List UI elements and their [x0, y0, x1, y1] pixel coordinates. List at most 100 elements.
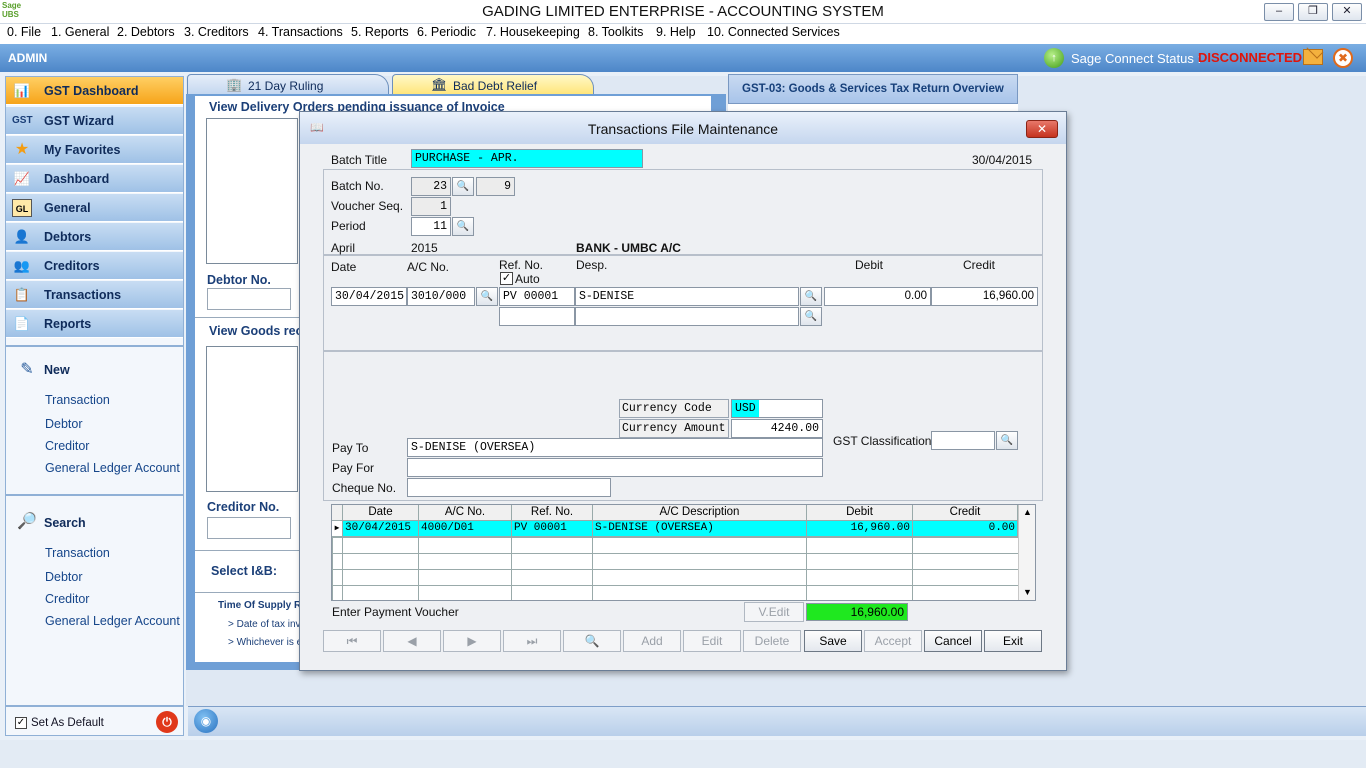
- grid-header-debit[interactable]: Debit: [807, 505, 913, 521]
- entry-desp-field[interactable]: S-DENISE: [575, 287, 799, 306]
- period-lookup-icon[interactable]: 🔍: [452, 217, 474, 236]
- grid-header-ref-no[interactable]: Ref. No.: [512, 505, 593, 521]
- rss-icon[interactable]: ◉: [194, 709, 218, 733]
- grid-header-credit[interactable]: Credit: [913, 505, 1018, 521]
- batch-lookup-icon[interactable]: 🔍: [452, 177, 474, 196]
- connect-status-icon[interactable]: ↑: [1044, 48, 1064, 68]
- menu-periodic[interactable]: 6. Periodic: [417, 25, 476, 39]
- close-button[interactable]: ✕: [1332, 3, 1362, 21]
- table-cell-credit[interactable]: 0.00: [913, 521, 1018, 537]
- menu-creditors[interactable]: 3. Creditors: [184, 25, 249, 39]
- period-field[interactable]: 11: [411, 217, 451, 236]
- debtor-no-input[interactable]: [207, 288, 291, 310]
- table-cell-date[interactable]: 30/04/2015: [343, 521, 419, 537]
- desp-input-empty[interactable]: [575, 307, 799, 326]
- auto-checkbox[interactable]: ✓: [500, 272, 513, 285]
- entry-ac-field[interactable]: 3010/000: [407, 287, 475, 306]
- menu-file[interactable]: 0. File: [7, 25, 41, 39]
- first-record-button[interactable]: ⏮: [323, 630, 381, 652]
- batch-title-field[interactable]: PURCHASE - APR.: [411, 149, 643, 168]
- exit-button[interactable]: Exit: [984, 630, 1042, 652]
- currency-amount-field[interactable]: 4240.00: [731, 419, 823, 438]
- sidebar-item-label: Creditors: [44, 259, 100, 273]
- pay-to-field[interactable]: S-DENISE (OVERSEA): [407, 438, 823, 457]
- search-debtor-link[interactable]: Debtor: [45, 570, 83, 584]
- menu-reports[interactable]: 5. Reports: [351, 25, 409, 39]
- search-creditor-link[interactable]: Creditor: [45, 592, 89, 606]
- accept-button[interactable]: Accept: [864, 630, 922, 652]
- new-creditor-link[interactable]: Creditor: [45, 439, 89, 453]
- entry-debit-field[interactable]: 0.00: [824, 287, 931, 306]
- pay-for-field[interactable]: [407, 458, 823, 477]
- dialog-close-button[interactable]: ✕: [1026, 120, 1058, 138]
- grid-header-date[interactable]: Date: [343, 505, 419, 521]
- menu-transactions[interactable]: 4. Transactions: [258, 25, 343, 39]
- add-button[interactable]: Add: [623, 630, 681, 652]
- power-icon[interactable]: ⏻: [156, 711, 178, 733]
- menu-debtors[interactable]: 2. Debtors: [117, 25, 175, 39]
- ac-lookup-icon[interactable]: 🔍: [476, 287, 498, 306]
- search-gl-account-link[interactable]: General Ledger Account: [45, 614, 180, 628]
- tab-bad-debt-relief[interactable]: 🏛 Bad Debt Relief: [392, 74, 594, 96]
- grid-scrollbar[interactable]: ▲ ▼: [1018, 505, 1035, 600]
- mail-icon[interactable]: [1303, 49, 1323, 65]
- menu-housekeeping[interactable]: 7. Housekeeping: [486, 25, 580, 39]
- sidebar-item-reports[interactable]: 📄 Reports: [6, 310, 183, 338]
- gst-classification-field[interactable]: [931, 431, 995, 450]
- currency-code-field[interactable]: USD: [731, 399, 823, 418]
- tab-21-day-ruling[interactable]: 🏢 21 Day Ruling: [187, 74, 389, 96]
- goods-received-list[interactable]: [206, 346, 298, 492]
- grid-header-ac-no[interactable]: A/C No.: [419, 505, 512, 521]
- cancel-button[interactable]: Cancel: [924, 630, 982, 652]
- menu-help[interactable]: 9. Help: [656, 25, 696, 39]
- sidebar-item-gst-wizard[interactable]: GST GST Wizard: [6, 107, 183, 135]
- entry-date-field[interactable]: 30/04/2015: [331, 287, 407, 306]
- menu-general[interactable]: 1. General: [51, 25, 109, 39]
- next-record-button[interactable]: ▶: [443, 630, 501, 652]
- minimize-button[interactable]: –: [1264, 3, 1294, 21]
- menu-connected-services[interactable]: 10. Connected Services: [707, 25, 840, 39]
- edit-button[interactable]: Edit: [683, 630, 741, 652]
- new-debtor-link[interactable]: Debtor: [45, 417, 83, 431]
- transactions-grid[interactable]: Date A/C No. Ref. No. A/C Description De…: [331, 504, 1036, 601]
- voucher-seq-field[interactable]: 1: [411, 197, 451, 216]
- entry-ref-field[interactable]: PV 00001: [499, 287, 575, 306]
- table-cell-ac[interactable]: 4000/D01: [419, 521, 512, 537]
- new-gl-account-link[interactable]: General Ledger Account: [45, 461, 180, 475]
- desp-lookup-icon-2[interactable]: 🔍: [800, 307, 822, 326]
- sidebar-item-general[interactable]: GL General: [6, 194, 183, 222]
- tools-icon[interactable]: ✖: [1333, 48, 1353, 68]
- scroll-down-icon[interactable]: ▼: [1023, 587, 1032, 597]
- table-cell-debit[interactable]: 16,960.00: [807, 521, 913, 537]
- creditor-no-input[interactable]: [207, 517, 291, 539]
- cheque-no-field[interactable]: [407, 478, 611, 497]
- menu-toolkits[interactable]: 8. Toolkits: [588, 25, 643, 39]
- maximize-button[interactable]: ❐: [1298, 3, 1328, 21]
- search-transaction-link[interactable]: Transaction: [45, 546, 110, 560]
- desp-lookup-icon[interactable]: 🔍: [800, 287, 822, 306]
- find-button[interactable]: 🔍: [563, 630, 621, 652]
- sidebar-item-transactions[interactable]: 📋 Transactions: [6, 281, 183, 309]
- previous-record-button[interactable]: ◀: [383, 630, 441, 652]
- entry-credit-field[interactable]: 16,960.00: [931, 287, 1038, 306]
- gst-03-header[interactable]: GST-03: Goods & Services Tax Return Over…: [728, 74, 1018, 104]
- delivery-orders-list[interactable]: [206, 118, 298, 264]
- sidebar-item-my-favorites[interactable]: ★ My Favorites: [6, 136, 183, 164]
- set-default-checkbox[interactable]: ✓: [15, 717, 27, 729]
- sidebar-item-gst-dashboard[interactable]: 📊 GST Dashboard: [6, 77, 183, 105]
- sidebar-item-debtors[interactable]: 👤 Debtors: [6, 223, 183, 251]
- save-button[interactable]: Save: [804, 630, 862, 652]
- table-cell-description[interactable]: S-DENISE (OVERSEA): [593, 521, 807, 537]
- v-edit-button[interactable]: V.Edit: [744, 602, 804, 622]
- delete-button[interactable]: Delete: [743, 630, 801, 652]
- sidebar-item-creditors[interactable]: 👥 Creditors: [6, 252, 183, 280]
- last-record-button[interactable]: ⏭: [503, 630, 561, 652]
- scroll-up-icon[interactable]: ▲: [1023, 507, 1032, 517]
- gst-lookup-icon[interactable]: 🔍: [996, 431, 1018, 450]
- table-cell-ref[interactable]: PV 00001: [512, 521, 593, 537]
- new-transaction-link[interactable]: Transaction: [45, 393, 110, 407]
- batch-no-field[interactable]: 23: [411, 177, 451, 196]
- grid-header-description[interactable]: A/C Description: [593, 505, 807, 521]
- sidebar-item-dashboard[interactable]: 📈 Dashboard: [6, 165, 183, 193]
- ref-input-empty[interactable]: [499, 307, 575, 326]
